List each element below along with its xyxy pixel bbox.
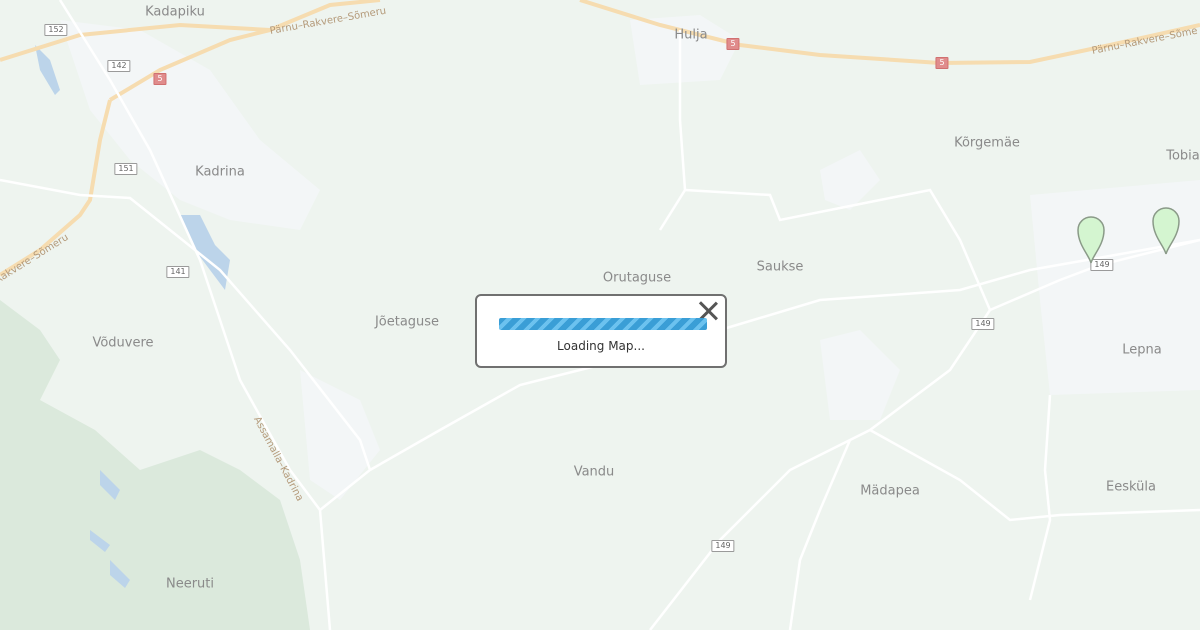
loading-text: Loading Map...: [557, 339, 645, 353]
road-shield: 152: [44, 24, 68, 36]
place-label: Lepna: [1122, 342, 1162, 358]
road-shield: 142: [107, 60, 131, 72]
place-label: Orutaguse: [602, 270, 672, 286]
road-shield: 5: [935, 57, 949, 69]
place-label: Neeruti: [165, 576, 215, 592]
place-label: Jõetaguse: [374, 314, 440, 330]
progress-bar: [499, 318, 707, 330]
map-marker[interactable]: [1151, 206, 1181, 256]
place-label: Vandu: [573, 464, 615, 480]
place-label: Mädapea: [860, 483, 920, 499]
place-label: Kadapiku: [145, 4, 205, 20]
place-label: Tobia: [1166, 148, 1200, 164]
road-shield: 5: [726, 38, 740, 50]
road-shield: 141: [166, 266, 190, 278]
map-marker[interactable]: [1076, 215, 1106, 265]
road-shield: 5: [153, 73, 167, 85]
loading-dialog: Loading Map...: [475, 294, 727, 368]
place-label: Võduvere: [92, 335, 154, 351]
road-shield: 149: [711, 540, 735, 552]
place-label: Kõrgemäe: [954, 135, 1020, 151]
place-label: Kadrina: [195, 164, 245, 180]
place-label: Saukse: [756, 259, 804, 275]
place-label: Hulja: [674, 27, 708, 43]
place-label: Eesküla: [1106, 479, 1156, 495]
road-shield: 149: [971, 318, 995, 330]
road-shield: 151: [114, 163, 138, 175]
